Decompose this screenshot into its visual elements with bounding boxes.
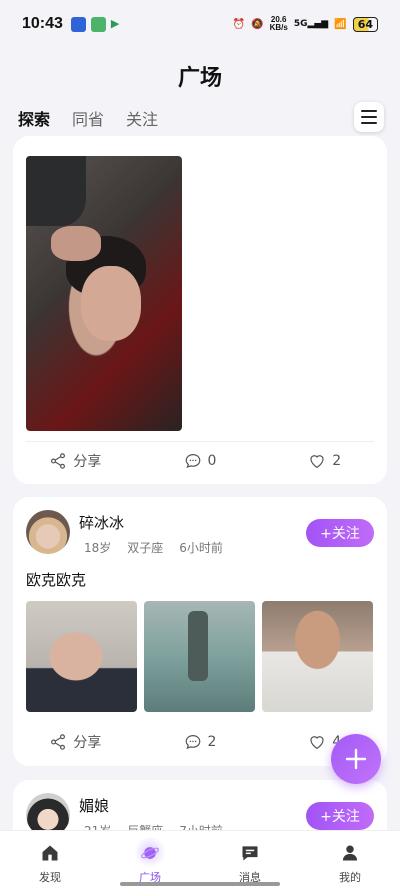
menu-button[interactable]	[354, 102, 384, 132]
post-photo[interactable]	[26, 156, 182, 431]
follow-button[interactable]: +关注	[306, 802, 374, 830]
user-zodiac: 双子座	[127, 541, 164, 555]
status-time: 10:43	[22, 15, 63, 32]
menu-icon-line	[361, 122, 377, 124]
follow-button[interactable]: +关注	[306, 519, 374, 547]
signal-icon: 5G▂▄▆	[293, 19, 329, 29]
create-post-button[interactable]	[331, 734, 381, 784]
divider	[26, 441, 374, 442]
play-store-icon: ▶	[110, 16, 120, 30]
tab-explore[interactable]: 探索	[18, 106, 50, 142]
post-photo[interactable]	[26, 601, 137, 712]
heart-icon	[310, 455, 324, 469]
username[interactable]: 碎冰冰	[79, 512, 124, 533]
menu-icon-line	[361, 116, 377, 118]
photo-detail	[81, 266, 141, 341]
page-title: 广场	[177, 66, 222, 91]
menu-icon	[361, 110, 377, 112]
heart-icon	[310, 736, 324, 750]
tab-same-province[interactable]: 同省	[72, 106, 104, 130]
username[interactable]: 媚娘	[79, 795, 109, 816]
home-indicator[interactable]	[120, 882, 280, 886]
comment-count: 2	[207, 734, 217, 750]
like-count: 2	[332, 453, 342, 469]
battery-icon: 64	[352, 16, 378, 32]
network-speed: 20.6 KB/s	[270, 16, 288, 32]
share-label: 分享	[73, 735, 102, 751]
post-photo[interactable]	[262, 601, 373, 712]
user-age: 18岁	[84, 541, 112, 555]
nav-messages[interactable]: 消息	[200, 831, 300, 889]
plus-icon	[345, 748, 367, 770]
comment-icon	[185, 735, 200, 749]
comment-count: 0	[207, 453, 217, 469]
message-icon	[242, 846, 258, 861]
notification-icons: ▶	[70, 16, 120, 32]
system-icons: ⏰ 🔕 20.6 KB/s 5G▂▄▆ 📶 64	[233, 16, 378, 32]
post-card[interactable]: 分享 0 2	[13, 136, 387, 484]
nav-plaza[interactable]: 广场	[100, 831, 200, 889]
comment-icon	[185, 454, 200, 468]
app-notification-icon	[90, 16, 106, 32]
nav-label: 我的	[339, 871, 361, 884]
share-icon	[51, 734, 66, 750]
post-actions: 分享 0 2	[13, 446, 387, 476]
wifi-icon: 📶	[334, 18, 347, 30]
post-time: 6小时前	[179, 541, 223, 555]
nav-discover[interactable]: 发现	[0, 831, 100, 889]
share-icon	[51, 453, 66, 469]
post-card[interactable]: 碎冰冰 18岁 双子座 6小时前 +关注 欧克欧克 分享 2 4	[13, 497, 387, 766]
comment-button[interactable]: 0	[138, 446, 263, 476]
avatar[interactable]	[26, 510, 70, 554]
header: 广场 探索 同省 关注	[0, 48, 400, 148]
bottom-nav: 发现 广场 消息 我的	[0, 830, 400, 889]
mute-icon: 🔕	[251, 18, 264, 30]
profile-icon	[342, 845, 358, 861]
alarm-icon: ⏰	[232, 18, 246, 30]
user-meta: 18岁 双子座 6小时前	[84, 539, 223, 556]
comment-button[interactable]: 2	[138, 727, 263, 757]
photo-detail	[26, 156, 86, 226]
active-glow	[133, 837, 167, 867]
signal-label: 5G	[293, 19, 308, 29]
home-icon	[42, 845, 58, 861]
nav-label: 发现	[39, 871, 61, 884]
tab-following[interactable]: 关注	[126, 106, 158, 130]
tab-bar: 探索 同省 关注	[18, 106, 158, 142]
post-photo[interactable]	[144, 601, 255, 712]
share-button[interactable]: 分享	[13, 727, 138, 757]
app-notification-icon	[70, 16, 86, 32]
share-button[interactable]: 分享	[13, 446, 138, 476]
nav-profile[interactable]: 我的	[300, 831, 400, 889]
like-button[interactable]: 2	[262, 446, 387, 476]
photo-detail	[51, 226, 101, 261]
share-label: 分享	[73, 454, 102, 470]
post-text: 欧克欧克	[26, 571, 87, 589]
status-bar: 10:43 ▶ ⏰ 🔕 20.6 KB/s 5G▂▄▆ 📶 64	[0, 0, 400, 48]
network-speed-unit: KB/s	[269, 23, 288, 32]
